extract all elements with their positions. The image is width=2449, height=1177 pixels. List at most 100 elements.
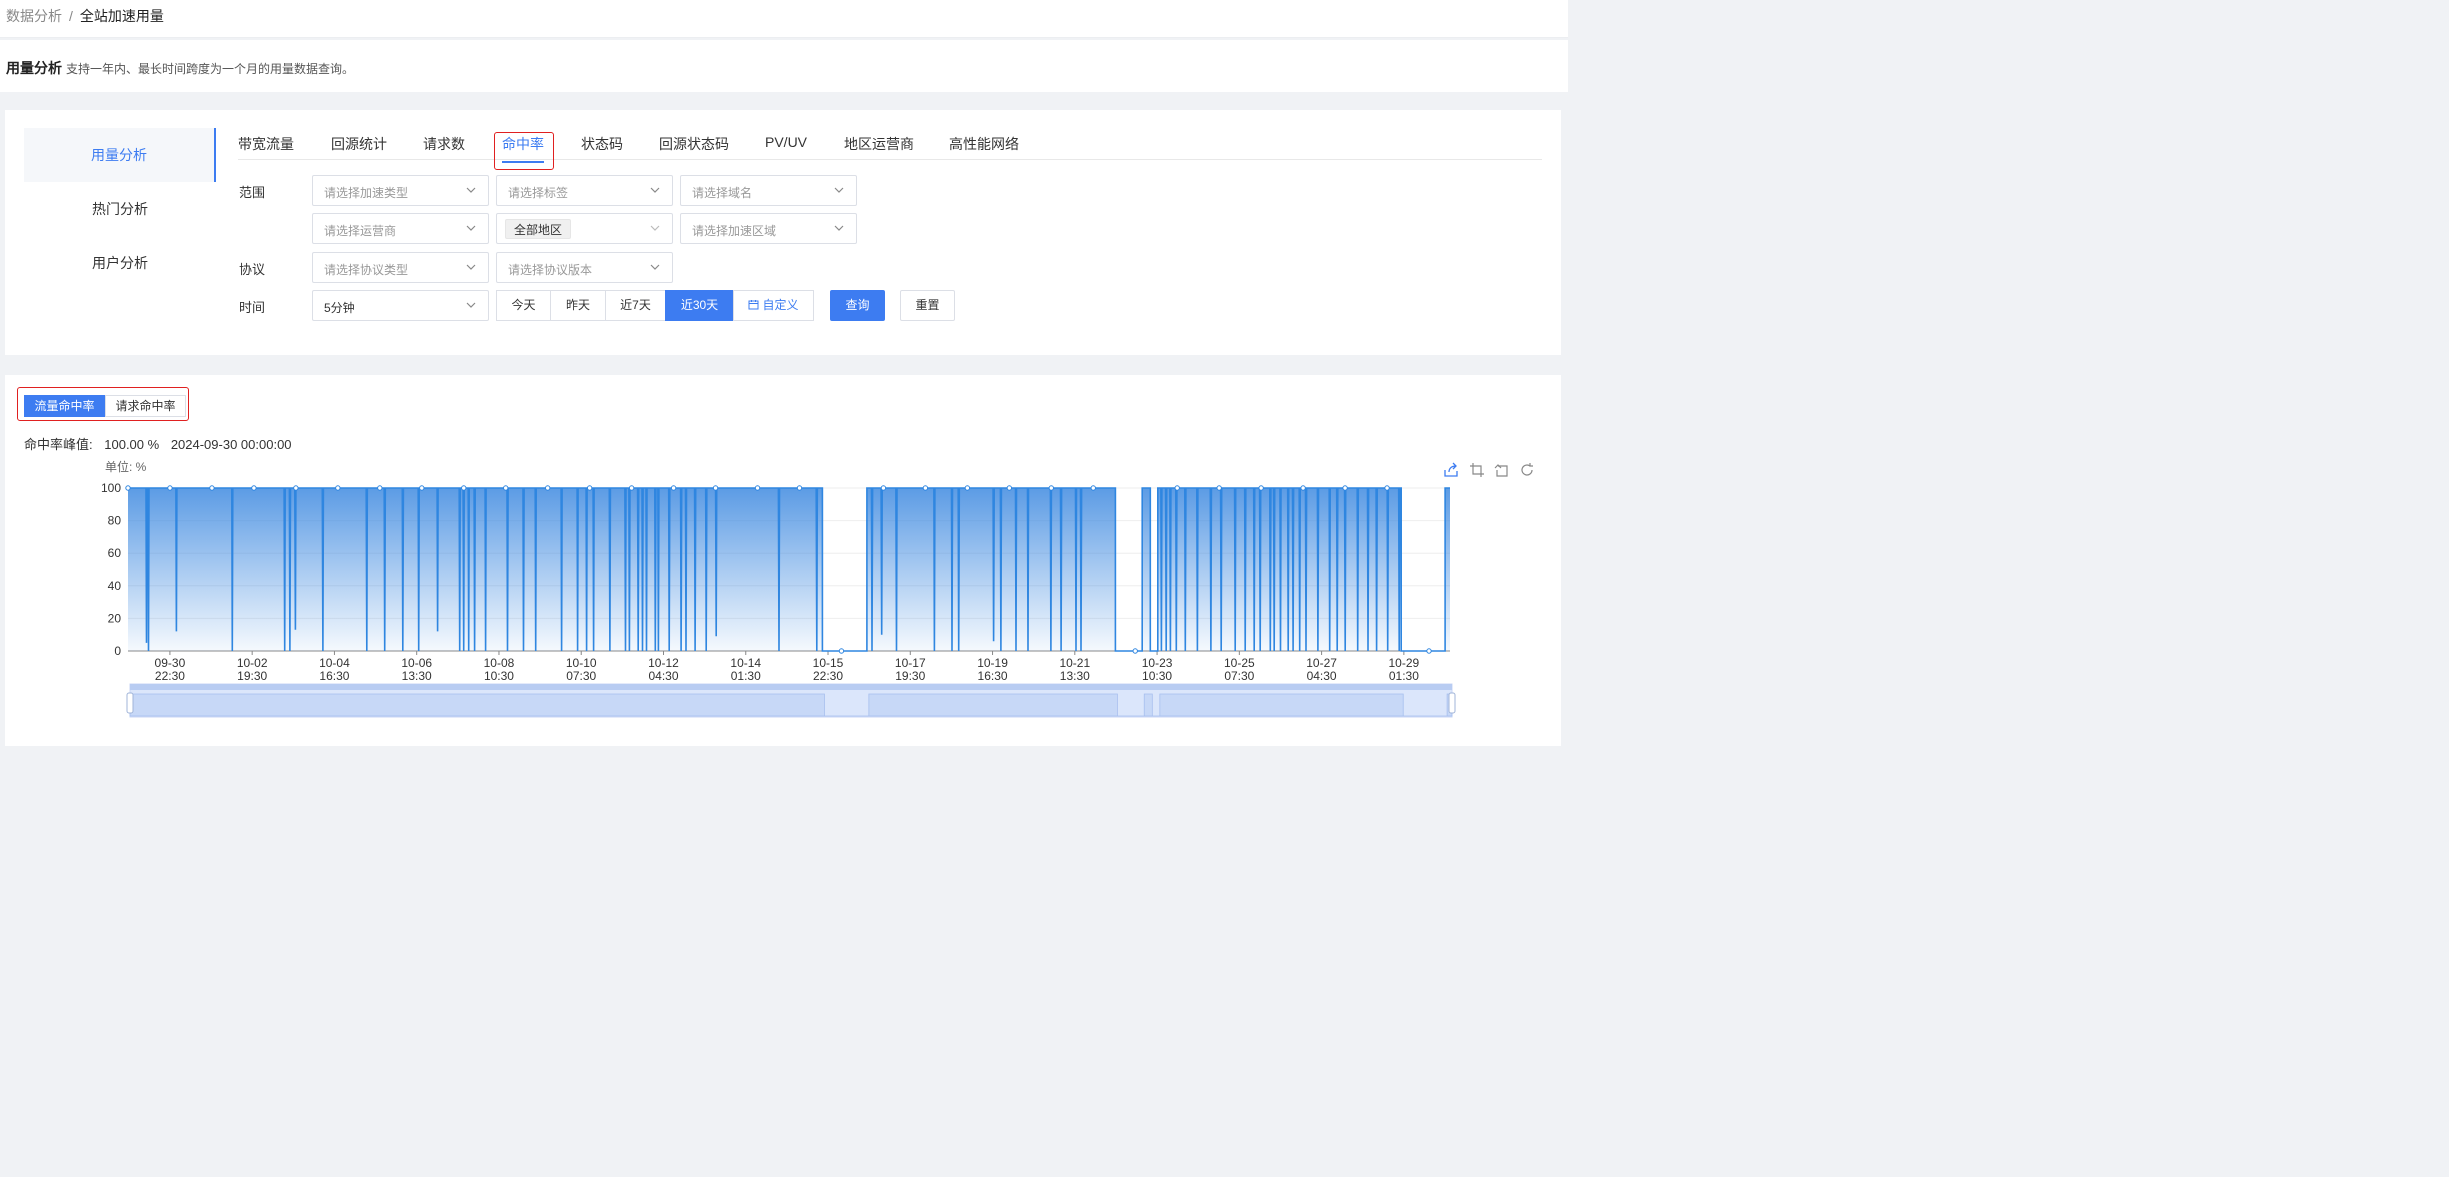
data-zoom-preview [129, 693, 1453, 717]
data-point [1384, 485, 1390, 491]
data-point [335, 485, 341, 491]
data-point [796, 485, 803, 491]
x-tick-label: 22:30 [155, 669, 185, 683]
data-point [1426, 648, 1432, 654]
x-tick-label: 10-21 [1059, 656, 1090, 670]
x-tick-label: 10-12 [648, 656, 679, 670]
x-tick-label: 19:30 [237, 669, 267, 683]
data-point [209, 485, 215, 491]
data-point [964, 485, 971, 491]
tab-bandwidth[interactable]: 带宽流量 [238, 134, 294, 154]
x-tick-label: 13:30 [1060, 669, 1090, 683]
chevron-down-icon [834, 225, 844, 231]
x-tick-label: 19:30 [895, 669, 925, 683]
x-tick-label: 10:30 [1142, 669, 1172, 683]
y-tick-label: 100 [101, 481, 121, 495]
nav-item-hot-analysis[interactable]: 热门分析 [24, 182, 216, 236]
data-zoom-right-handle[interactable] [1448, 692, 1456, 714]
y-tick-label: 40 [108, 579, 122, 593]
range-custom-button[interactable]: 自定义 [733, 290, 814, 321]
protocol-type-placeholder: 请选择协议类型 [324, 263, 409, 277]
tab-high-performance-network[interactable]: 高性能网络 [949, 134, 1019, 154]
chevron-down-icon [834, 187, 844, 193]
range-30days-button[interactable]: 近30天 [665, 290, 734, 321]
breadcrumb-current: 全站加速用量 [79, 8, 164, 24]
data-point [1174, 485, 1180, 491]
nav-item-user-analysis[interactable]: 用户分析 [24, 236, 216, 290]
hit-rate-chart: 单位: % 020406080100 09-3022:3010-0219:301… [101, 459, 1456, 718]
query-button[interactable]: 查询 [830, 290, 885, 321]
top-bar: 数据分析 / 全站加速用量 [0, 0, 1568, 38]
x-tick-label: 07:30 [566, 669, 596, 683]
tab-origin-status-code[interactable]: 回源状态码 [659, 134, 729, 154]
filter-panel: 用量分析 热门分析 用户分析 带宽流量 回源统计 请求数 命中率 状态码 回源状… [5, 110, 1561, 355]
x-tick-label: 13:30 [402, 669, 432, 683]
data-zoom-left-handle[interactable] [126, 692, 134, 714]
data-point [1132, 648, 1138, 654]
tag-select[interactable]: 请选择标签 [496, 175, 673, 206]
isp-select[interactable]: 请选择运营商 [312, 213, 489, 244]
breadcrumb-separator: / [69, 8, 73, 24]
x-tick-label: 10-27 [1306, 656, 1337, 670]
accel-region-select[interactable]: 请选择加速区域 [680, 213, 857, 244]
x-tick-label: 10:30 [484, 669, 514, 683]
data-point [251, 485, 257, 491]
x-tick-label: 01:30 [731, 669, 761, 683]
x-tick-label: 10-08 [484, 656, 515, 670]
protocol-type-select[interactable]: 请选择协议类型 [312, 252, 489, 283]
isp-placeholder: 请选择运营商 [324, 224, 397, 238]
protocol-label: 协议 [239, 262, 266, 277]
x-tick-label: 10-25 [1224, 656, 1255, 670]
tab-origin-stats[interactable]: 回源统计 [331, 134, 387, 154]
range-7days-button[interactable]: 近7天 [605, 290, 666, 321]
chevron-down-icon [650, 264, 660, 270]
x-tick-label: 16:30 [319, 669, 349, 683]
accel-type-select[interactable]: 请选择加速类型 [312, 175, 489, 206]
data-point [1300, 485, 1306, 491]
x-tick-label: 09-30 [155, 656, 186, 670]
data-zoom-track[interactable] [130, 684, 1452, 690]
breadcrumb-parent[interactable]: 数据分析 [6, 8, 62, 24]
y-tick-label: 20 [108, 611, 122, 625]
tab-pv-uv[interactable]: PV/UV [765, 134, 807, 150]
tag-placeholder: 请选择标签 [508, 186, 569, 200]
region-select[interactable]: 全部地区 [496, 213, 673, 244]
custom-range-label: 自定义 [762, 298, 799, 312]
range-yesterday-button[interactable]: 昨天 [550, 290, 606, 321]
left-nav: 用量分析 热门分析 用户分析 [24, 128, 216, 290]
data-point [461, 485, 467, 491]
granularity-value: 5分钟 [324, 301, 355, 315]
reset-button[interactable]: 重置 [900, 290, 955, 321]
chevron-down-icon [650, 187, 660, 193]
x-tick-label: 10-23 [1142, 656, 1173, 670]
domain-select[interactable]: 请选择域名 [680, 175, 857, 206]
chevron-down-icon [466, 302, 476, 308]
range-today-button[interactable]: 今天 [496, 290, 551, 321]
time-label: 时间 [239, 300, 266, 315]
x-tick-label: 10-14 [730, 656, 761, 670]
nav-item-usage-analysis[interactable]: 用量分析 [24, 128, 216, 182]
accel-type-placeholder: 请选择加速类型 [324, 186, 409, 200]
x-tick-label: 10-15 [813, 656, 844, 670]
data-point [1006, 485, 1013, 491]
protocol-version-select[interactable]: 请选择协议版本 [496, 252, 673, 283]
tab-requests[interactable]: 请求数 [423, 134, 465, 154]
data-point [293, 485, 299, 491]
granularity-select[interactable]: 5分钟 [312, 290, 489, 321]
data-point [586, 485, 593, 491]
tab-status-code[interactable]: 状态码 [581, 134, 623, 154]
data-point [544, 485, 551, 491]
breadcrumb: 数据分析 / 全站加速用量 [6, 6, 164, 26]
x-tick-label: 10-06 [401, 656, 432, 670]
x-tick-label: 04:30 [648, 669, 678, 683]
x-tick-label: 04:30 [1307, 669, 1337, 683]
data-point [377, 485, 383, 491]
chevron-down-icon [466, 264, 476, 270]
tab-hit-rate[interactable]: 命中率 [502, 134, 544, 163]
data-point [628, 485, 635, 491]
data-point [503, 485, 509, 491]
data-point [1216, 485, 1222, 491]
page-header: 用量分析 支持一年内、最长时间跨度为一个月的用量数据查询。 [0, 40, 1568, 92]
scope-label: 范围 [239, 185, 266, 200]
tab-region-isp[interactable]: 地区运营商 [844, 134, 914, 154]
